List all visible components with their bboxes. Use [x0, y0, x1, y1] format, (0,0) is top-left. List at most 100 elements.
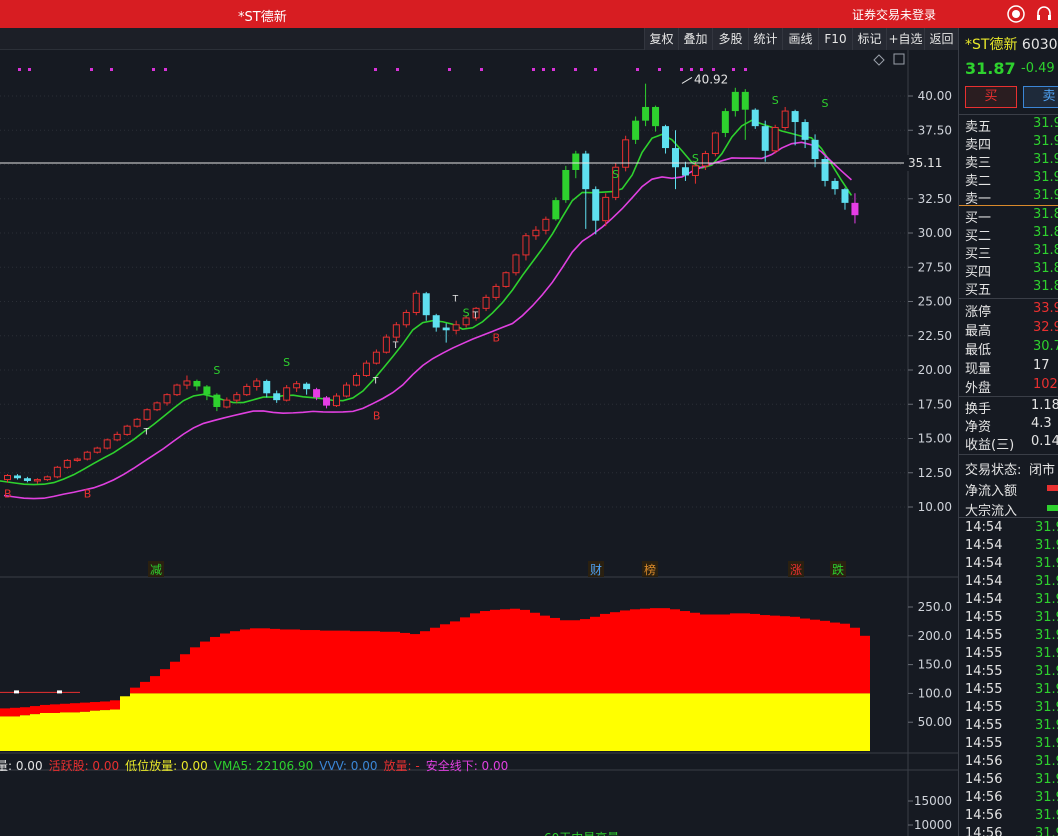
- sub-y-tick-label: 100.0: [918, 686, 952, 700]
- headset-icon[interactable]: [1034, 4, 1054, 24]
- f10-button[interactable]: F10: [818, 28, 852, 50]
- area-bar-yellow: [90, 710, 100, 751]
- tick-time: 14:56: [965, 808, 1003, 823]
- kline-chart[interactable]: 40.0037.5035.0032.5030.0027.5025.0022.50…: [0, 50, 958, 836]
- area-bar-red: [140, 681, 150, 694]
- signal-dot: [532, 68, 535, 71]
- sell-signal: S: [463, 307, 470, 320]
- candle-body: [442, 327, 450, 331]
- area-bar-yellow: [60, 712, 70, 751]
- event-tag: 涨: [790, 562, 802, 577]
- tick-row: 14:54 31.9: [965, 574, 1058, 592]
- area-bar-red: [350, 631, 360, 694]
- area-bar-yellow: [460, 693, 470, 751]
- marker: [57, 690, 62, 694]
- candle-body: [263, 380, 271, 394]
- tick-price: 31.9: [1035, 520, 1058, 535]
- candle-body: [382, 336, 390, 353]
- back-button[interactable]: 返回: [924, 28, 958, 50]
- add-watchlist-button[interactable]: +自选: [886, 28, 924, 50]
- area-bar-red: [480, 611, 490, 694]
- candle-body: [552, 200, 560, 220]
- sell-button[interactable]: 卖: [1023, 86, 1058, 108]
- chart-area[interactable]: 40.0037.5035.0032.5030.0027.5025.0022.50…: [0, 50, 958, 836]
- volume-y-tick: 15000: [914, 794, 952, 808]
- tick-time: 14:54: [965, 538, 1003, 553]
- candle-body: [183, 380, 191, 386]
- area-bar-red: [400, 632, 410, 694]
- divider: [959, 298, 1058, 299]
- candle-body: [43, 476, 51, 481]
- area-bar-yellow: [160, 693, 170, 751]
- signal-dot: [574, 68, 577, 71]
- stat-row-label: 换手: [965, 402, 992, 417]
- candle-body: [492, 285, 500, 298]
- buy-signal: B: [493, 331, 501, 344]
- trade-status-value: 闭市: [1029, 463, 1056, 478]
- candle-body: [163, 394, 171, 404]
- area-bar-red: [650, 608, 660, 694]
- area-bar-red: [20, 707, 30, 716]
- candle-body: [721, 111, 729, 133]
- tick-price: 31.9: [1035, 592, 1058, 607]
- area-bar-yellow: [130, 693, 140, 751]
- indicator-value: VVV: 0.00: [319, 759, 378, 773]
- area-bar-red: [390, 631, 400, 694]
- restore-rights-button[interactable]: 复权: [644, 28, 678, 50]
- signal-dot: [542, 68, 545, 71]
- tick-time: 14:56: [965, 790, 1003, 805]
- overlay-button[interactable]: 叠加: [678, 28, 712, 50]
- tick-price: 31.9: [1035, 664, 1058, 679]
- candle-body: [333, 395, 341, 407]
- candle-body: [841, 189, 849, 203]
- candle-body: [801, 122, 809, 140]
- area-bar-red: [130, 687, 140, 694]
- area-bar-red: [660, 608, 670, 694]
- area-bar-yellow: [430, 693, 440, 751]
- area-bar-yellow: [610, 693, 620, 751]
- area-bar-red: [820, 620, 830, 694]
- area-bar-yellow: [120, 696, 130, 751]
- ask-row: 卖一31.9: [965, 188, 1058, 207]
- stock-name: *ST德新: [965, 37, 1018, 53]
- candle-body: [213, 394, 221, 407]
- statistics-button[interactable]: 统计: [748, 28, 782, 50]
- area-bar-yellow: [330, 693, 340, 751]
- candle-body: [452, 324, 460, 331]
- candle-body: [592, 189, 600, 221]
- stat-row: 外盘 1022: [965, 377, 1058, 396]
- area-bar-yellow: [800, 693, 810, 751]
- area-bar-yellow: [440, 693, 450, 751]
- login-status[interactable]: 证券交易未登录: [852, 6, 936, 23]
- mark-button[interactable]: 标记: [852, 28, 886, 50]
- indicator-readout: 量: 0.00 活跃股: 0.00 低位放量: 0.00 VMA5: 22106.90…: [0, 757, 514, 773]
- candle-body: [791, 111, 799, 123]
- tick-price: 31.9: [1035, 754, 1058, 769]
- trade-status-label: 交易状态:: [965, 463, 1022, 478]
- area-bar-red: [360, 631, 370, 694]
- sell-signal: S: [772, 94, 779, 107]
- fortune-icon[interactable]: [1006, 4, 1026, 24]
- trade-status: 交易状态: 闭市: [965, 459, 1058, 478]
- tick-time: 14:56: [965, 826, 1003, 836]
- area-bar-yellow: [770, 693, 780, 751]
- area-bar-yellow: [510, 693, 520, 751]
- candle-body: [691, 165, 699, 176]
- tick-time: 14:55: [965, 664, 1003, 679]
- area-bar-yellow: [10, 716, 20, 751]
- tick-price: 31.9: [1035, 574, 1058, 589]
- bid-row: 买四 31.8: [965, 261, 1058, 280]
- bid-row-value: 31.8: [1033, 279, 1058, 294]
- area-bar-red: [0, 708, 10, 717]
- draw-line-button[interactable]: 画线: [782, 28, 818, 50]
- multi-stock-button[interactable]: 多股: [712, 28, 748, 50]
- candle-body: [233, 394, 241, 401]
- area-bar-yellow: [300, 693, 310, 751]
- sub-y-tick-label: 50.00: [918, 715, 952, 729]
- area-bar-red: [80, 702, 90, 712]
- quote-panel: *ST德新 60303 31.87 -0.49 买 卖 卖五 31.9 卖四 31.9…: [958, 28, 1058, 836]
- stat-row: 现量 17: [965, 358, 1058, 377]
- stat-row-value: 33.9: [1033, 301, 1058, 316]
- indicator-value: 量: 0.00: [0, 759, 43, 773]
- buy-button[interactable]: 买: [965, 86, 1017, 108]
